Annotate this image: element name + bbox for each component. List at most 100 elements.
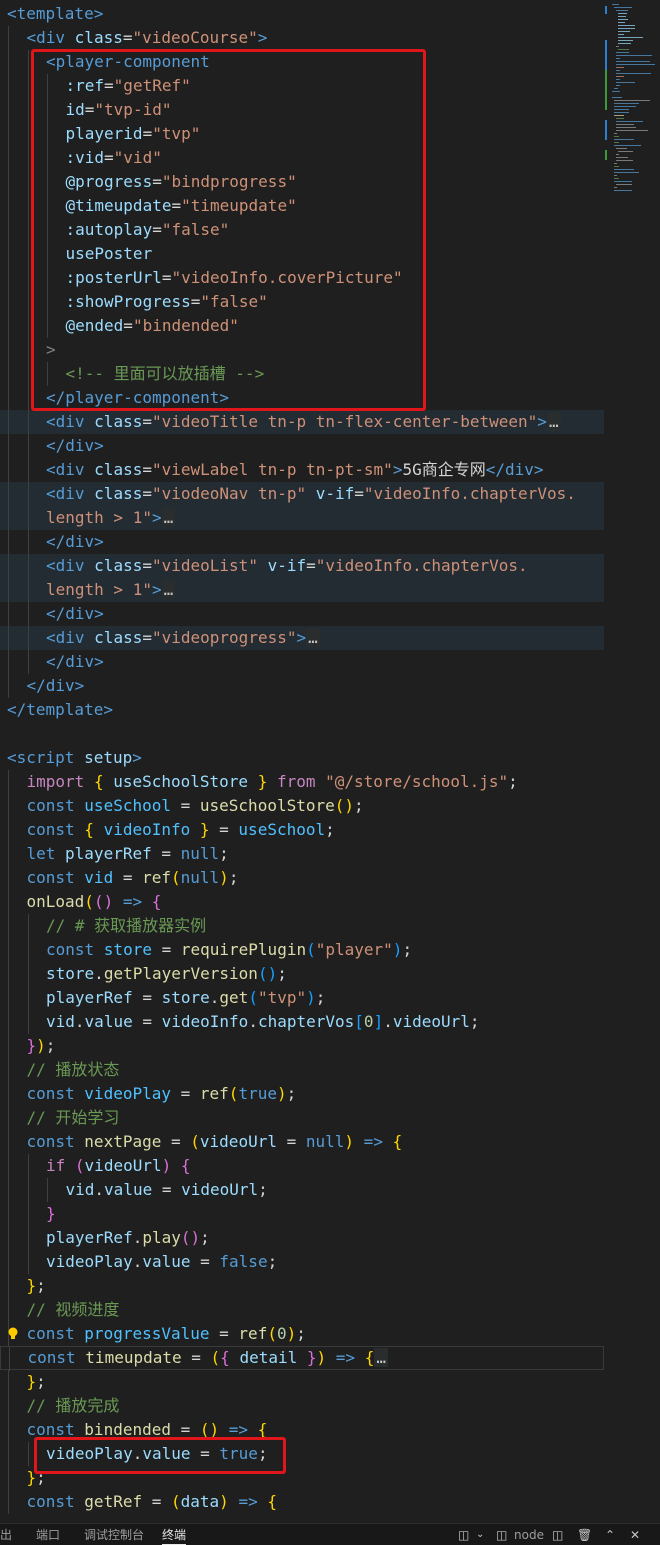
code-line[interactable]: </div> — [0, 650, 604, 674]
code-line[interactable]: // 视频进度 — [0, 1298, 604, 1322]
code-line[interactable]: playerid="tvp" — [0, 122, 604, 146]
code-line[interactable]: }); — [0, 1034, 604, 1058]
code-line[interactable]: const videoPlay = ref(true); — [0, 1082, 604, 1106]
code-line[interactable]: const timeupdate = ({ detail }) => {… — [0, 1346, 604, 1371]
code-line[interactable]: import { useSchoolStore } from "@/store/… — [0, 770, 604, 794]
code-line[interactable]: }; — [0, 1466, 604, 1490]
indent-guide — [8, 1274, 9, 1298]
code-token: "bindended" — [132, 316, 239, 335]
code-token: const — [26, 1084, 85, 1103]
code-line[interactable]: :showProgress="false" — [0, 290, 604, 314]
lightbulb-icon[interactable] — [7, 1326, 19, 1340]
code-line[interactable]: :posterUrl="videoInfo.coverPicture" — [0, 266, 604, 290]
code-line[interactable]: </div> — [0, 674, 604, 698]
code-line[interactable]: :vid="vid" — [0, 146, 604, 170]
tab-debug-console[interactable]: 调试控制台 — [84, 1526, 144, 1544]
code-line[interactable]: </div> — [0, 530, 604, 554]
minimap-line — [616, 73, 651, 74]
code-line[interactable]: playerRef.play(); — [0, 1226, 604, 1250]
code-line[interactable]: playerRef = store.get("tvp"); — [0, 986, 604, 1010]
code-line[interactable]: <div class="viodeoNav tn-p" v-if="videoI… — [0, 482, 604, 506]
code-line[interactable]: length > 1">… — [0, 506, 604, 530]
code-line[interactable]: <player-component — [0, 50, 604, 74]
trash-icon[interactable]: 🗑 — [577, 1526, 592, 1544]
code-line[interactable]: } — [0, 1202, 604, 1226]
folded-region-ellipsis[interactable]: … — [161, 580, 176, 599]
folded-region-ellipsis[interactable]: … — [374, 1348, 388, 1367]
code-line[interactable]: }; — [0, 1274, 604, 1298]
code-line[interactable]: <div class="videoCourse"> — [0, 26, 604, 50]
code-token: ) — [36, 1036, 46, 1055]
code-token: ; — [257, 1444, 268, 1463]
code-token: vid — [65, 1180, 95, 1199]
code-token: "tvp" — [152, 124, 201, 143]
chevron-up-icon[interactable]: ⌃ — [605, 1526, 615, 1544]
code-line[interactable]: length > 1">… — [0, 578, 604, 602]
code-line[interactable]: :autoplay="false" — [0, 218, 604, 242]
split-icon[interactable]: ◫ — [552, 1526, 563, 1544]
code-line[interactable]: let playerRef = null; — [0, 842, 604, 866]
folded-region-ellipsis[interactable]: … — [161, 508, 176, 527]
code-text: id="tvp-id" — [66, 98, 172, 122]
code-token: = — [123, 316, 133, 335]
code-line[interactable]: const progressValue = ref(0); — [0, 1322, 604, 1346]
chevron-down-icon[interactable]: ⌄ — [476, 1526, 484, 1544]
code-line[interactable]: @timeupdate="timeupdate" — [0, 194, 604, 218]
code-line[interactable]: const nextPage = (videoUrl = null) => { — [0, 1130, 604, 1154]
code-token: "videoInfo.coverPicture" — [171, 268, 403, 287]
terminal-icon[interactable]: ◫ — [496, 1526, 507, 1544]
minimap[interactable] — [604, 0, 660, 1523]
code-line[interactable]: const { videoInfo } = useSchool; — [0, 818, 604, 842]
code-token: videoInfo — [161, 1012, 249, 1031]
code-line[interactable]: @ended="bindended" — [0, 314, 604, 338]
code-line[interactable]: // 播放状态 — [0, 1058, 604, 1082]
code-line[interactable]: // # 获取播放器实例 — [0, 914, 604, 938]
code-token: = — [161, 844, 181, 863]
code-line[interactable]: }; — [0, 1370, 604, 1394]
code-line[interactable]: <div class="viewLabel tn-p tn-pt-sm">5G商… — [0, 458, 604, 482]
code-line[interactable]: // 开始学习 — [0, 1106, 604, 1130]
code-token: if — [46, 1156, 75, 1175]
code-line[interactable]: // 播放完成 — [0, 1394, 604, 1418]
code-line[interactable]: const vid = ref(null); — [0, 866, 604, 890]
code-line[interactable]: </div> — [0, 434, 604, 458]
indent-guide — [27, 482, 29, 506]
code-line[interactable]: @progress="bindprogress" — [0, 170, 604, 194]
code-line[interactable]: onLoad(() => { — [0, 890, 604, 914]
code-line[interactable]: </div> — [0, 602, 604, 626]
indent-guide — [8, 1082, 9, 1106]
code-line[interactable]: <!-- 里面可以放插槽 --> — [0, 362, 604, 386]
code-line[interactable]: :ref="getRef" — [0, 74, 604, 98]
code-line[interactable]: </player-component> — [0, 386, 604, 410]
code-line[interactable]: <div class="videoprogress">… — [0, 626, 604, 650]
code-line[interactable] — [0, 722, 604, 746]
code-line[interactable]: videoPlay.value = true; — [0, 1442, 604, 1466]
code-line[interactable]: const useSchool = useSchoolStore(); — [0, 794, 604, 818]
code-editor[interactable]: <template> <div class="videoCourse"> <play… — [0, 0, 604, 1523]
code-line[interactable]: videoPlay.value = false; — [0, 1250, 604, 1274]
code-line[interactable]: </template> — [0, 698, 604, 722]
tab-output[interactable]: 出 — [0, 1526, 12, 1544]
tab-terminal[interactable]: 终端 — [162, 1526, 187, 1545]
tab-ports[interactable]: 端口 — [36, 1526, 60, 1544]
code-line[interactable]: const store = requirePlugin("player"); — [0, 938, 604, 962]
close-icon[interactable]: ✕ — [630, 1526, 640, 1544]
code-line[interactable]: <div class="videoTitle tn-p tn-flex-cent… — [0, 410, 604, 434]
terminal-name[interactable]: node — [514, 1526, 544, 1544]
code-text: playerid="tvp" — [66, 122, 201, 146]
code-line[interactable]: id="tvp-id" — [0, 98, 604, 122]
code-line[interactable]: vid.value = videoInfo.chapterVos[0].vide… — [0, 1010, 604, 1034]
code-line[interactable]: vid.value = videoUrl; — [0, 1178, 604, 1202]
code-line[interactable]: <script setup> — [0, 746, 604, 770]
folded-region-ellipsis[interactable]: … — [546, 412, 561, 431]
code-line[interactable]: const bindended = () => { — [0, 1418, 604, 1442]
code-line[interactable]: if (videoUrl) { — [0, 1154, 604, 1178]
split-layout-icon[interactable]: ◫ — [458, 1526, 469, 1544]
code-line[interactable]: <div class="videoList" v-if="videoInfo.c… — [0, 554, 604, 578]
folded-region-ellipsis[interactable]: … — [306, 628, 320, 647]
code-line[interactable]: const getRef = (data) => { — [0, 1490, 604, 1514]
code-line[interactable]: usePoster — [0, 242, 604, 266]
code-line[interactable]: > — [0, 338, 604, 362]
code-line[interactable]: store.getPlayerVersion(); — [0, 962, 604, 986]
code-line[interactable]: <template> — [0, 2, 604, 26]
